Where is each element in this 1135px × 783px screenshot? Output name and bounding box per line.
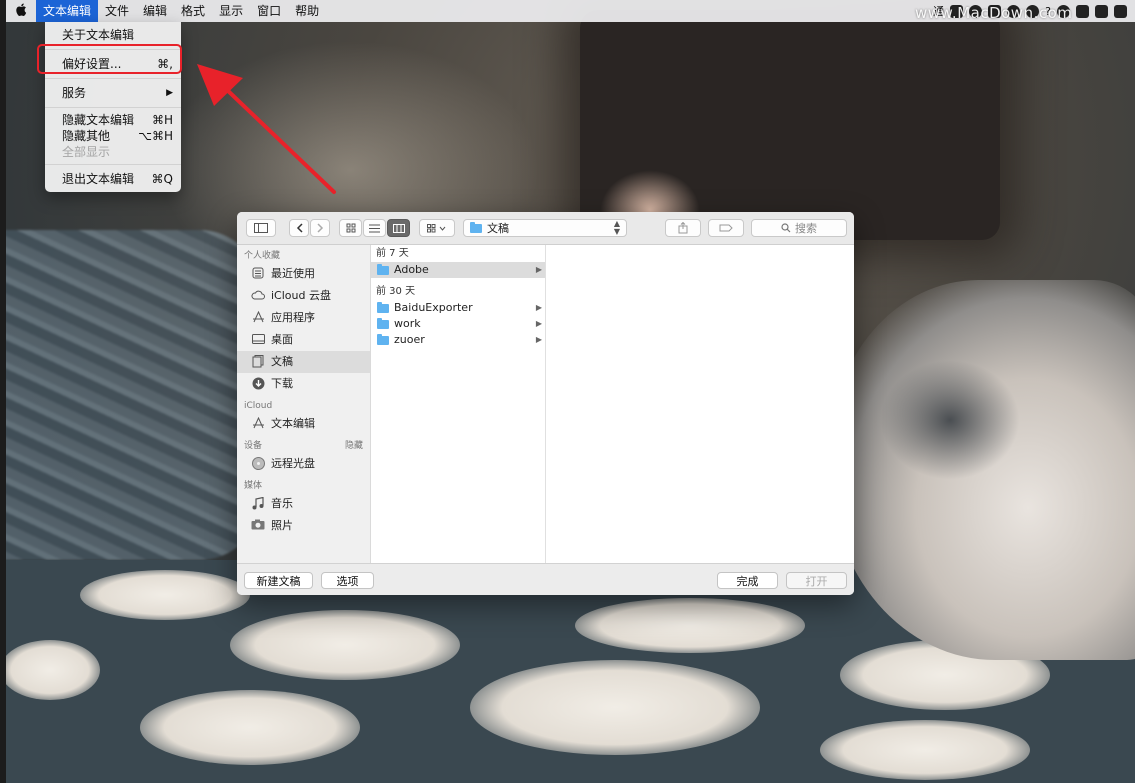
group-header-30-days: 前 30 天 — [376, 286, 416, 297]
sidebar-item-textedit-icloud[interactable]: 文本编辑 — [237, 413, 370, 435]
dialog-bottom-bar: 新建文稿 选项 完成 打开 — [237, 563, 854, 595]
options-button[interactable]: 选项 — [321, 572, 374, 589]
sidebar-item-documents[interactable]: 文稿 — [237, 351, 370, 373]
disclosure-arrow-icon: ▶ — [535, 319, 542, 328]
devices-hide-link[interactable]: 隐藏 — [345, 439, 363, 453]
done-button[interactable]: 完成 — [717, 572, 778, 589]
tag-icon — [719, 224, 733, 232]
back-button[interactable] — [289, 219, 309, 237]
view-icon-button[interactable] — [339, 219, 362, 237]
disclosure-arrow-icon: ▶ — [535, 265, 542, 274]
file-row-adobe[interactable]: Adobe ▶ — [371, 262, 545, 278]
group-header-7-days: 前 7 天 — [376, 248, 409, 259]
downloads-icon — [251, 377, 265, 391]
new-document-button[interactable]: 新建文稿 — [244, 572, 313, 589]
sidebar-item-applications[interactable]: 应用程序 — [237, 307, 370, 329]
desktop-icon — [251, 333, 265, 347]
file-browser-column: 前 7 天 Adobe ▶ 前 30 天 BaiduExporter ▶ wor… — [371, 245, 546, 563]
camera-icon — [251, 519, 265, 533]
group-icon — [427, 223, 446, 232]
sidebar-item-recents[interactable]: 最近使用 — [237, 263, 370, 285]
open-button: 打开 — [786, 572, 847, 589]
disc-icon — [251, 457, 265, 471]
dialog-sidebar: 个人收藏 最近使用 iCloud 云盘 应用程序 桌面 文稿 下载 iCloud — [237, 245, 371, 563]
location-label: 文稿 — [487, 222, 509, 235]
recents-icon — [251, 267, 265, 281]
sidebar-toggle-button[interactable] — [246, 219, 276, 237]
sidebar-item-icloud-drive[interactable]: iCloud 云盘 — [237, 285, 370, 307]
search-icon — [781, 223, 791, 233]
disclosure-arrow-icon: ▶ — [535, 303, 542, 312]
file-row-zuoer[interactable]: zuoer ▶ — [371, 332, 545, 348]
folder-icon — [377, 317, 389, 329]
group-button[interactable] — [419, 219, 455, 237]
forward-button[interactable] — [310, 219, 330, 237]
sidebar-item-desktop[interactable]: 桌面 — [237, 329, 370, 351]
sidebar-item-photos[interactable]: 照片 — [237, 515, 370, 537]
sidebar-header-favorites: 个人收藏 — [244, 251, 281, 261]
share-icon — [678, 222, 688, 234]
sidebar-item-music[interactable]: 音乐 — [237, 493, 370, 515]
disclosure-arrow-icon: ▶ — [535, 335, 542, 344]
search-field[interactable]: 搜索 — [751, 219, 847, 237]
folder-icon — [470, 221, 482, 233]
music-icon — [251, 496, 265, 511]
dialog-toolbar: 文稿 ▲ ▼ 搜索 — [237, 212, 854, 245]
open-file-dialog: 文稿 ▲ ▼ 搜索 个人收藏 最近使用 iCloud 云盘 应用程序 桌面 文稿… — [237, 212, 854, 595]
folder-icon — [377, 301, 389, 313]
chevron-left-icon — [296, 223, 303, 233]
sidebar-icon — [254, 223, 268, 233]
sidebar-header-icloud: iCloud — [244, 401, 273, 411]
view-list-button[interactable] — [363, 219, 386, 237]
sidebar-header-devices: 设备 隐藏 — [244, 439, 363, 453]
folder-icon — [377, 333, 389, 345]
sidebar-header-media: 媒体 — [244, 481, 263, 491]
cloud-icon — [251, 289, 265, 303]
folder-icon — [377, 263, 389, 275]
columns-icon — [392, 223, 405, 233]
list-icon — [369, 224, 380, 232]
share-button[interactable] — [665, 219, 701, 237]
search-placeholder: 搜索 — [795, 222, 817, 235]
chevron-right-icon — [316, 223, 323, 233]
file-row-baiduexporter[interactable]: BaiduExporter ▶ — [371, 300, 545, 316]
tag-button[interactable] — [708, 219, 744, 237]
grid-icon — [346, 223, 355, 233]
documents-icon — [251, 355, 265, 369]
applications-icon — [251, 310, 265, 325]
applications-icon — [251, 416, 265, 431]
popup-updown-icon: ▲ ▼ — [613, 219, 620, 236]
location-popup[interactable]: 文稿 ▲ ▼ — [463, 219, 627, 237]
view-column-button[interactable] — [387, 219, 410, 237]
sidebar-item-downloads[interactable]: 下载 — [237, 373, 370, 395]
file-row-work[interactable]: work ▶ — [371, 316, 545, 332]
sidebar-item-remote-disc[interactable]: 远程光盘 — [237, 453, 370, 475]
